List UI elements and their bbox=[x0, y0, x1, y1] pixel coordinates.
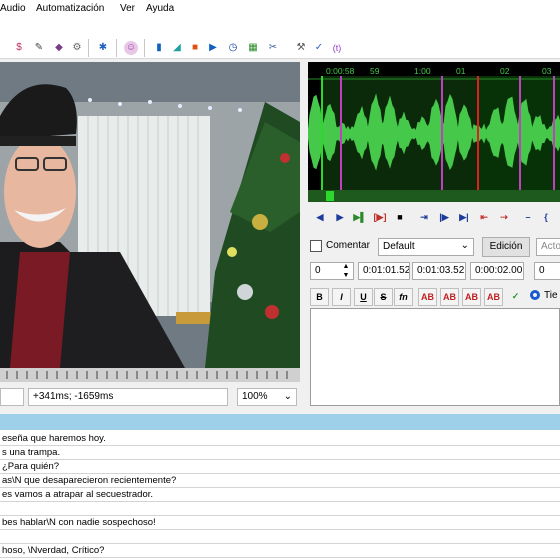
play-after-start-icon[interactable]: |▶ bbox=[436, 209, 452, 225]
menu-bar: Audio Automatización Ver Ayuda bbox=[0, 0, 560, 20]
prev-line-icon[interactable]: ◀ bbox=[312, 209, 328, 225]
menu-automation[interactable]: Automatización bbox=[36, 3, 104, 14]
outline-color-button[interactable]: AB bbox=[462, 288, 481, 306]
table-row[interactable]: ¿Para quién? bbox=[0, 460, 560, 474]
chevron-down-icon: ⌄ bbox=[283, 391, 292, 402]
table-row[interactable]: s una trampa. bbox=[0, 446, 560, 460]
eraser-icon[interactable]: ◆ bbox=[52, 41, 66, 55]
table-row[interactable]: es vamos a atrapar al secuestrador. bbox=[0, 488, 560, 502]
translation-icon[interactable]: ▶ bbox=[206, 41, 220, 55]
style-select[interactable]: Default ⌄ bbox=[378, 238, 474, 256]
shift-times-icon[interactable]: ◢ bbox=[170, 41, 184, 55]
bold-button[interactable]: B bbox=[310, 288, 329, 306]
subtitle-grid: eseña que haremos hoy. s una trampa. ¿Pa… bbox=[0, 414, 560, 560]
underline-button[interactable]: U bbox=[354, 288, 373, 306]
timing-icon[interactable]: ■ bbox=[188, 41, 202, 55]
video-time-field[interactable] bbox=[0, 388, 24, 406]
duration-field[interactable]: 0:00:02.00 bbox=[470, 262, 524, 280]
ruler-label: 0:00:58 bbox=[326, 66, 355, 76]
play-selection-icon[interactable]: ▶▌ bbox=[352, 209, 368, 225]
assistant-icon[interactable]: ☺ bbox=[124, 41, 138, 55]
menu-view[interactable]: Ver bbox=[120, 3, 135, 14]
actor-field[interactable]: Acto bbox=[536, 238, 560, 256]
menu-audio[interactable]: Audio bbox=[0, 3, 26, 14]
commit-check-icon[interactable]: ✓ bbox=[506, 288, 525, 306]
next-line-icon[interactable]: ▶ bbox=[332, 209, 348, 225]
fonts-collector-icon[interactable]: ⚒ bbox=[294, 41, 308, 55]
subtitle-edit-panel: Comentar Default ⌄ Edición Acto 0 ▲ ▼ 0:0… bbox=[308, 232, 560, 412]
subtitle-text-editor[interactable] bbox=[310, 308, 560, 406]
chevron-down-icon: ⌄ bbox=[460, 240, 469, 251]
ruler-label: 1:00 bbox=[414, 66, 431, 76]
play-to-end-icon[interactable]: ⇢ bbox=[496, 209, 512, 225]
audio-waveform[interactable]: 0:00:58 59 1:00 01 02 03 bbox=[308, 62, 560, 202]
strikeout-button[interactable]: S bbox=[374, 288, 393, 306]
secondary-color-button[interactable]: AB bbox=[440, 288, 459, 306]
play-before-end-icon[interactable]: ▶| bbox=[456, 209, 472, 225]
video-zoom-select[interactable]: 100% ⌄ bbox=[237, 388, 297, 406]
grid-header bbox=[0, 414, 560, 430]
edit-style-button[interactable]: Edición bbox=[482, 237, 530, 257]
properties-icon[interactable]: ⚙ bbox=[70, 41, 84, 55]
video-seek-bar[interactable] bbox=[0, 368, 300, 382]
table-row[interactable] bbox=[0, 502, 560, 516]
table-row[interactable]: bes hablar\N con nadie sospechoso! bbox=[0, 516, 560, 530]
margin-left-field[interactable]: 0 bbox=[534, 262, 560, 280]
table-row[interactable] bbox=[0, 530, 560, 544]
clock-icon[interactable]: ◷ bbox=[226, 41, 240, 55]
lua-icon[interactable]: (t) bbox=[330, 41, 344, 55]
resample-icon[interactable]: ▦ bbox=[246, 41, 260, 55]
stop-icon[interactable]: ■ bbox=[392, 209, 408, 225]
audio-controls: ◀ ▶ ▶▌ [▶] ■ ⇥ |▶ ▶| ⇤ ⇢ – { bbox=[308, 206, 560, 228]
style-value: Default bbox=[383, 241, 415, 252]
video-status-bar: +341ms; -1659ms 100% ⌄ bbox=[0, 384, 300, 410]
start-time-field[interactable]: 0:01:01.52 bbox=[358, 262, 410, 280]
jump-video-icon[interactable]: ▮ bbox=[152, 41, 166, 55]
ruler-label: 59 bbox=[370, 66, 380, 76]
time-radio[interactable] bbox=[530, 290, 540, 300]
video-zoom-value: 100% bbox=[242, 391, 268, 402]
menu-help[interactable]: Ayuda bbox=[146, 3, 174, 14]
time-radio-label: Tie bbox=[544, 290, 558, 301]
play-current-line-icon[interactable]: [▶] bbox=[372, 209, 388, 225]
automation-icon[interactable]: ✱ bbox=[96, 41, 110, 55]
italic-button[interactable]: I bbox=[332, 288, 351, 306]
toolbar: $ ✎ ◆ ⚙ ✱ ☺ ▮ ◢ ■ ▶ ◷ ▦ ✂ ⚒ ✓ (t) bbox=[0, 20, 560, 59]
video-display[interactable] bbox=[0, 62, 300, 368]
style-manager-icon[interactable]: $ bbox=[12, 41, 26, 55]
play-after-icon[interactable]: ⇤ bbox=[476, 209, 492, 225]
video-frame-offset: +341ms; -1659ms bbox=[28, 388, 228, 406]
zoom-out-icon[interactable]: – bbox=[520, 209, 536, 225]
kanji-timer-icon[interactable]: ✂ bbox=[266, 41, 280, 55]
primary-color-button[interactable]: AB bbox=[418, 288, 437, 306]
ruler-label: 02 bbox=[500, 66, 510, 76]
table-row[interactable]: as\N que desaparecieron recientemente? bbox=[0, 474, 560, 488]
comment-label: Comentar bbox=[326, 240, 370, 251]
ruler-label: 03 bbox=[542, 66, 552, 76]
spin-arrows-icon[interactable]: ▲ ▼ bbox=[340, 262, 352, 280]
shadow-color-button[interactable]: AB bbox=[484, 288, 503, 306]
end-time-field[interactable]: 0:01:03.52 bbox=[412, 262, 466, 280]
font-button[interactable]: fn bbox=[394, 288, 413, 306]
ruler-label: 01 bbox=[456, 66, 466, 76]
zoom-in-icon[interactable]: { bbox=[538, 209, 554, 225]
styling-assistant-icon[interactable]: ✓ bbox=[312, 41, 326, 55]
table-row[interactable]: hoso, \Nverdad, Crítico? bbox=[0, 544, 560, 558]
table-row[interactable]: eseña que haremos hoy. bbox=[0, 432, 560, 446]
comment-checkbox[interactable] bbox=[310, 240, 322, 252]
attachment-icon[interactable]: ✎ bbox=[32, 41, 46, 55]
play-before-icon[interactable]: ⇥ bbox=[416, 209, 432, 225]
